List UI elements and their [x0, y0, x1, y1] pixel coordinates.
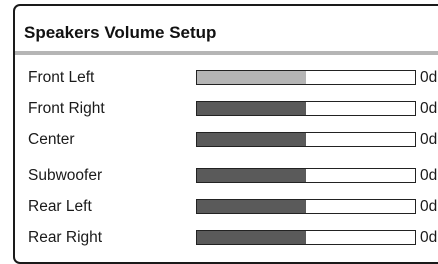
title-divider	[15, 51, 438, 55]
volume-value: 0dB	[420, 167, 438, 184]
channel-label: Rear Left	[28, 198, 92, 215]
volume-level-fill	[197, 71, 306, 84]
channel-row-front-left[interactable]: Front Left 0dB	[0, 66, 438, 90]
channel-row-rear-right[interactable]: Rear Right 0dB	[0, 226, 438, 250]
channel-label: Front Left	[28, 69, 95, 86]
channel-label: Subwoofer	[28, 167, 103, 184]
volume-slider[interactable]	[196, 70, 416, 85]
volume-slider[interactable]	[196, 132, 416, 147]
channel-label: Front Right	[28, 100, 105, 117]
channel-row-rear-left[interactable]: Rear Left 0dB	[0, 195, 438, 219]
volume-slider[interactable]	[196, 168, 416, 183]
volume-value: 0dB	[420, 229, 438, 246]
volume-slider[interactable]	[196, 199, 416, 214]
channel-row-center[interactable]: Center 0dB	[0, 128, 438, 152]
volume-level-fill	[197, 231, 306, 244]
volume-value: 0dB	[420, 100, 438, 117]
volume-slider[interactable]	[196, 230, 416, 245]
panel-title: Speakers Volume Setup	[24, 23, 217, 42]
volume-slider[interactable]	[196, 101, 416, 116]
volume-value: 0dB	[420, 131, 438, 148]
channel-row-front-right[interactable]: Front Right 0dB	[0, 97, 438, 121]
volume-level-fill	[197, 133, 306, 146]
channel-label: Center	[28, 131, 75, 148]
volume-value: 0dB	[420, 69, 438, 86]
volume-level-fill	[197, 169, 306, 182]
volume-value: 0dB	[420, 198, 438, 215]
volume-level-fill	[197, 200, 306, 213]
volume-level-fill	[197, 102, 306, 115]
channel-label: Rear Right	[28, 229, 103, 246]
channel-row-subwoofer[interactable]: Subwoofer 0dB	[0, 164, 438, 188]
